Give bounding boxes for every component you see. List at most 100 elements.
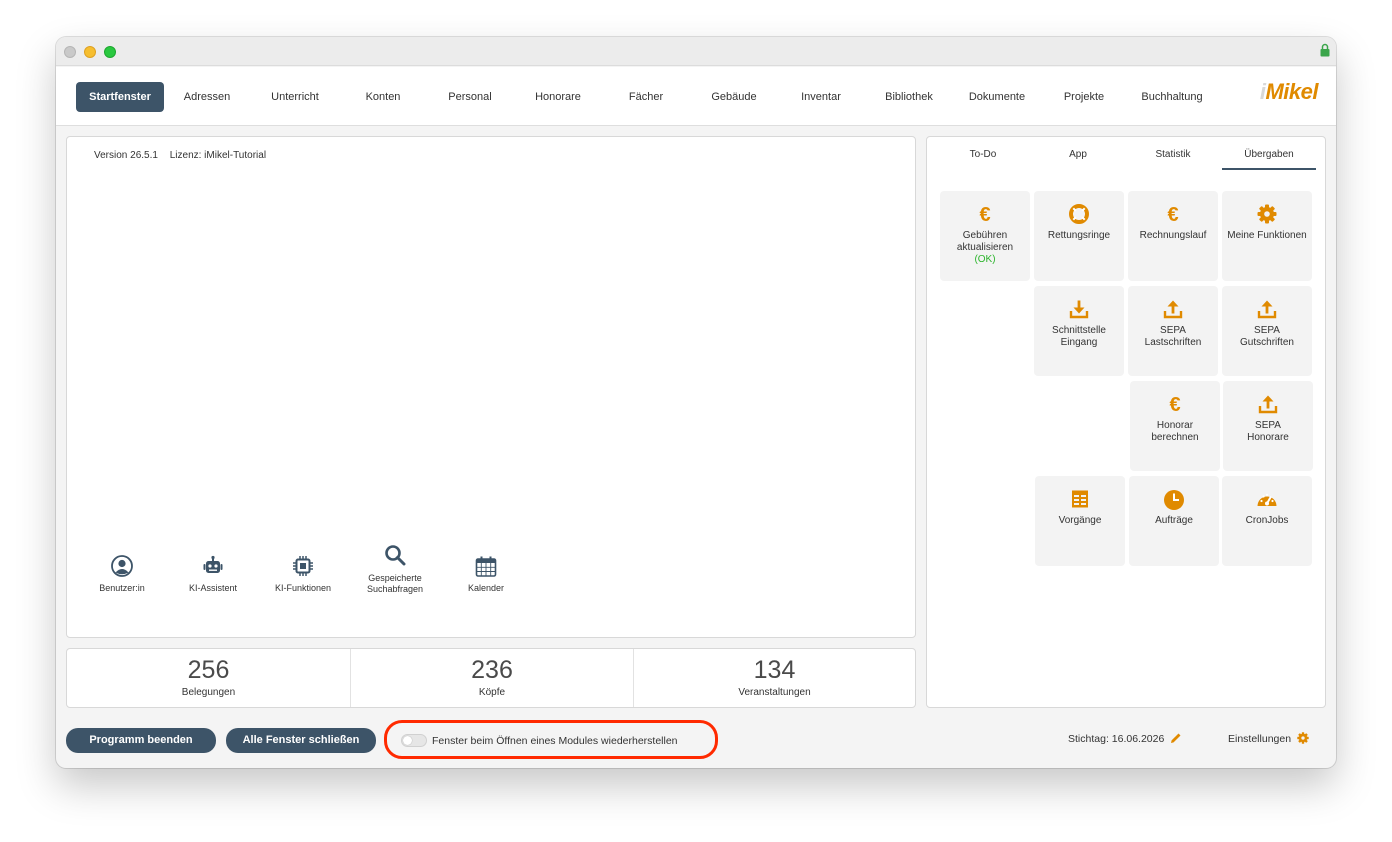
stat-veranstaltungen[interactable]: 134 Veranstaltungen xyxy=(633,649,915,707)
stichtag-label: Stichtag: 16.06.2026 xyxy=(1068,733,1165,745)
nav-personal[interactable]: Personal xyxy=(431,82,509,112)
stichtag-control[interactable]: Stichtag: 16.06.2026 xyxy=(1068,732,1182,745)
app-window: Startfenster Adressen Unterricht Konten … xyxy=(56,37,1336,768)
tile-cronjobs[interactable]: CronJobs xyxy=(1222,476,1312,566)
clock-icon xyxy=(1164,490,1184,510)
tile-sepa-lastschriften-line1: SEPA xyxy=(1160,325,1186,336)
euro-icon: € xyxy=(1167,204,1178,224)
upload-icon xyxy=(1257,300,1277,319)
tile-schnittstelle-eingang[interactable]: Schnittstelle Eingang xyxy=(1034,286,1124,376)
quick-ki-assistent-label: KI-Assistent xyxy=(188,583,237,593)
tile-honorar-berechnen[interactable]: € Honorar berechnen xyxy=(1130,381,1220,471)
upload-icon xyxy=(1163,300,1183,319)
minimize-window-button[interactable] xyxy=(84,46,96,58)
euro-icon: € xyxy=(1169,394,1180,414)
stats-bar: 256 Belegungen 236 Köpfe 134 Veranstaltu… xyxy=(66,648,916,708)
tile-vorgaenge[interactable]: Vorgänge xyxy=(1035,476,1125,566)
download-icon xyxy=(1069,300,1089,319)
stat-koepfe[interactable]: 236 Köpfe xyxy=(350,649,633,707)
tile-meine-funktionen[interactable]: Meine Funktionen xyxy=(1222,191,1312,281)
zoom-window-button[interactable] xyxy=(104,46,116,58)
quick-suchabfragen-label: Gespeicherte Suchabfragen xyxy=(350,573,440,595)
stat-veranstaltungen-value: 134 xyxy=(753,656,796,684)
stat-belegungen-value: 256 xyxy=(187,656,230,684)
stat-belegungen[interactable]: 256 Belegungen xyxy=(67,649,350,707)
svg-text:€: € xyxy=(1169,394,1180,414)
nav-projekte[interactable]: Projekte xyxy=(1045,82,1123,112)
nav-inventar[interactable]: Inventar xyxy=(782,82,860,112)
nav-buchhaltung[interactable]: Buchhaltung xyxy=(1133,82,1211,112)
tile-sepa-gutschriften-line2: Gutschriften xyxy=(1240,337,1294,348)
tile-sepa-honorare[interactable]: SEPA Honorare xyxy=(1223,381,1313,471)
chip-icon xyxy=(293,556,313,576)
nav-adressen[interactable]: Adressen xyxy=(168,82,246,112)
gear-icon xyxy=(1297,732,1309,744)
tile-sepa-honorare-line2: Honorare xyxy=(1247,432,1289,443)
svg-text:€: € xyxy=(979,204,990,224)
nav-dokumente[interactable]: Dokumente xyxy=(958,82,1036,112)
tile-rechnungslauf[interactable]: € Rechnungslauf xyxy=(1128,191,1218,281)
quick-ki-funktionen-label: KI-Funktionen xyxy=(274,583,332,593)
nav-faecher[interactable]: Fächer xyxy=(607,82,685,112)
tile-schnittstelle-line1: Schnittstelle xyxy=(1052,325,1106,336)
search-icon xyxy=(385,545,406,566)
nav-startfenster[interactable]: Startfenster xyxy=(76,82,164,112)
tile-auftraege-label: Aufträge xyxy=(1155,515,1193,526)
quick-benutzer[interactable]: Benutzer:in xyxy=(77,555,167,594)
settings-control[interactable]: Einstellungen xyxy=(1228,732,1309,745)
quick-benutzer-label: Benutzer:in xyxy=(99,583,145,593)
quick-kalender[interactable]: Kalender xyxy=(441,555,531,594)
quick-ki-funktionen[interactable]: KI-Funktionen xyxy=(258,555,348,594)
stat-veranstaltungen-label: Veranstaltungen xyxy=(738,687,811,698)
tile-honorar-line1: Honorar xyxy=(1156,420,1194,431)
handover-panel: To-Do App Statistik Übergaben € Gebühren… xyxy=(926,136,1326,708)
tab-app[interactable]: App xyxy=(1032,146,1124,170)
tile-rettungsringe[interactable]: Rettungsringe xyxy=(1034,191,1124,281)
gear-icon xyxy=(1257,204,1277,224)
stat-belegungen-label: Belegungen xyxy=(181,687,236,698)
lock-icon xyxy=(1320,43,1330,57)
nav-konten[interactable]: Konten xyxy=(344,82,422,112)
toggle-knob xyxy=(403,736,412,745)
module-navbar: Startfenster Adressen Unterricht Konten … xyxy=(56,67,1336,126)
tab-todo[interactable]: To-Do xyxy=(937,146,1029,170)
start-panel: Version 26.5.1 Lizenz: iMikel-Tutorial B… xyxy=(66,136,916,638)
tile-sepa-lastschriften-line2: Lastschriften xyxy=(1144,337,1202,348)
quick-suchabfragen-line1: Gespeicherte xyxy=(368,573,422,583)
close-window-button[interactable] xyxy=(64,46,76,58)
tab-uebergaben[interactable]: Übergaben xyxy=(1222,146,1316,170)
gauge-icon xyxy=(1257,493,1277,506)
tile-auftraege[interactable]: Aufträge xyxy=(1129,476,1219,566)
stat-koepfe-label: Köpfe xyxy=(478,687,506,698)
tab-statistik[interactable]: Statistik xyxy=(1127,146,1219,170)
stat-koepfe-value: 236 xyxy=(471,656,513,684)
user-circle-icon xyxy=(111,555,133,577)
title-bar xyxy=(56,37,1336,66)
table-icon xyxy=(1072,490,1088,508)
version-label: Version 26.5.1 xyxy=(94,150,158,161)
close-all-windows-button[interactable]: Alle Fenster schließen xyxy=(226,728,376,753)
tile-honorar-line2: berechnen xyxy=(1151,432,1199,443)
tile-sepa-lastschriften[interactable]: SEPA Lastschriften xyxy=(1128,286,1218,376)
tile-sepa-honorare-line1: SEPA xyxy=(1255,420,1281,431)
nav-unterricht[interactable]: Unterricht xyxy=(256,82,334,112)
tile-schnittstelle-line2: Eingang xyxy=(1060,337,1098,348)
status-ok-label: (OK) xyxy=(974,254,996,265)
logo-text: Mikel xyxy=(1265,79,1318,104)
tile-meine-funktionen-label: Meine Funktionen xyxy=(1227,230,1307,241)
restore-windows-toggle[interactable] xyxy=(401,734,427,747)
nav-gebaeude[interactable]: Gebäude xyxy=(695,82,773,112)
quick-suchabfragen-line2: Suchabfragen xyxy=(366,584,424,594)
quick-ki-assistent[interactable]: KI-Assistent xyxy=(168,555,258,594)
tile-sepa-gutschriften[interactable]: SEPA Gutschriften xyxy=(1222,286,1312,376)
settings-label: Einstellungen xyxy=(1228,733,1292,745)
quick-suchabfragen[interactable]: Gespeicherte Suchabfragen xyxy=(350,544,440,595)
quit-program-button[interactable]: Programm beenden xyxy=(66,728,216,753)
nav-honorare[interactable]: Honorare xyxy=(519,82,597,112)
euro-icon: € xyxy=(979,204,990,224)
robot-icon xyxy=(203,555,223,573)
tile-gebuehren-line1: Gebühren xyxy=(962,230,1008,241)
tile-gebuehren[interactable]: € Gebühren aktualisieren (OK) xyxy=(940,191,1030,281)
quick-kalender-label: Kalender xyxy=(467,583,505,593)
nav-bibliothek[interactable]: Bibliothek xyxy=(870,82,948,112)
